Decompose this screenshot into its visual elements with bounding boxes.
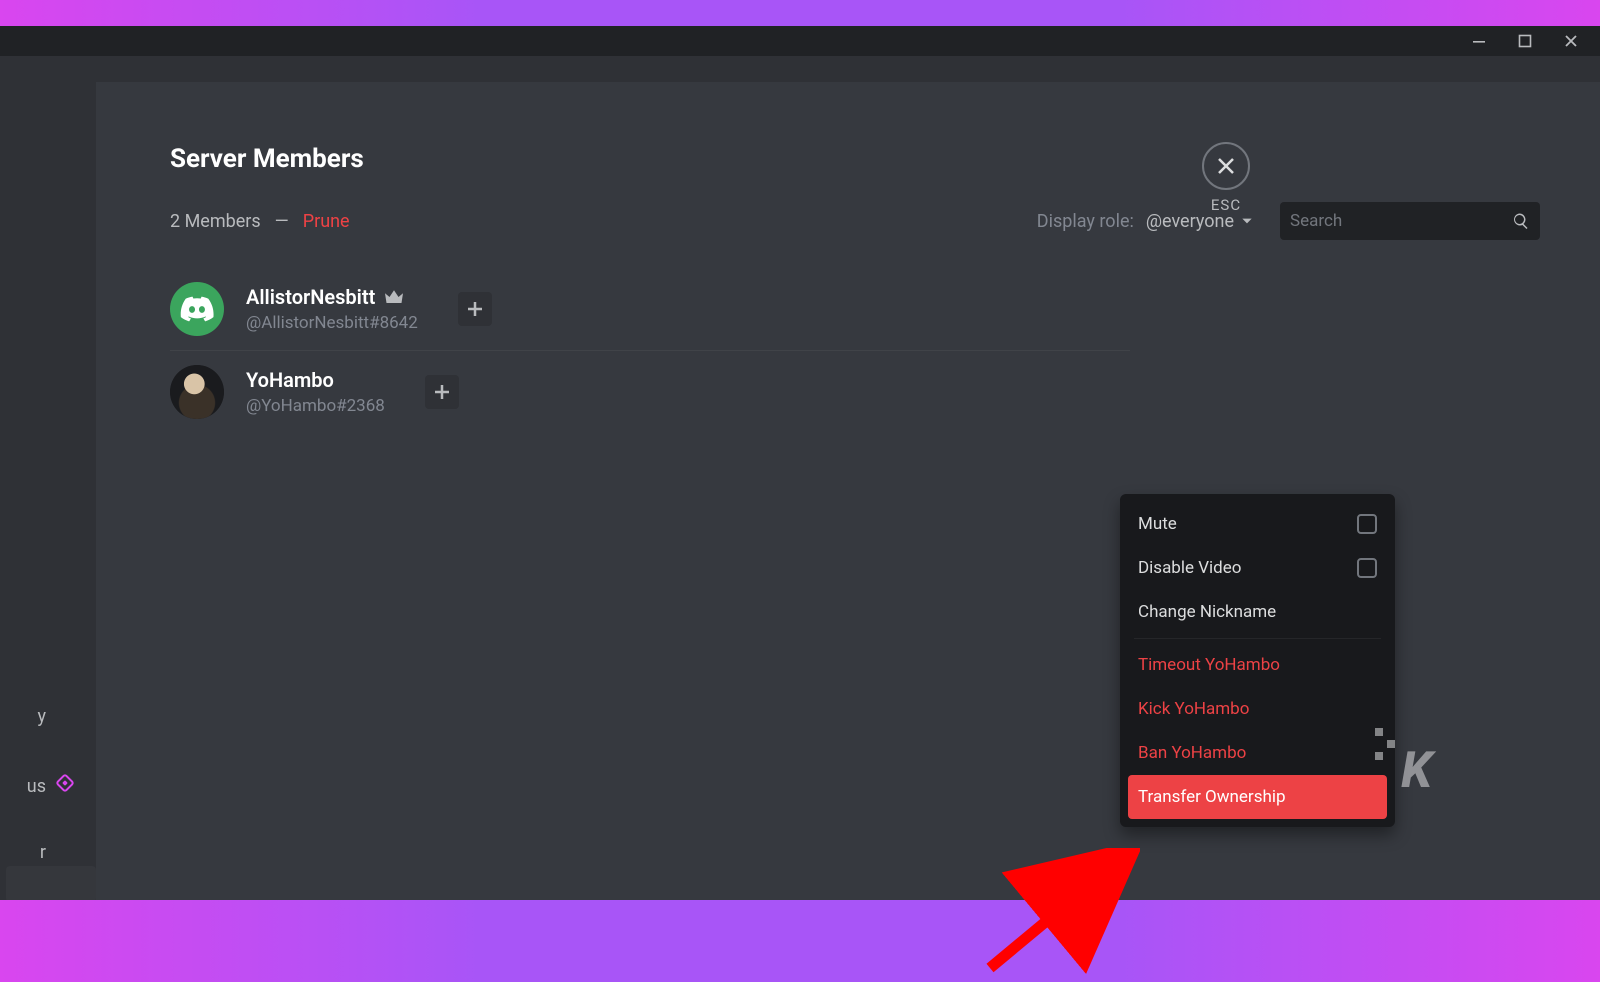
- search-icon: [1512, 211, 1530, 231]
- menu-separator: [1134, 638, 1381, 639]
- checkbox-icon: [1357, 558, 1377, 578]
- sidebar-item-fragment[interactable]: r: [40, 842, 46, 863]
- member-row[interactable]: AllistorNesbitt @AllistorNesbitt#8642: [170, 268, 1130, 350]
- owner-crown-icon: [385, 289, 403, 305]
- menu-item-label: Kick YoHambo: [1138, 699, 1249, 719]
- menu-item-label: Ban YoHambo: [1138, 743, 1246, 763]
- menu-item-disable-video[interactable]: Disable Video: [1128, 546, 1387, 590]
- content-area: y us r Server Members 2 Members — Prune …: [0, 82, 1600, 900]
- member-list: AllistorNesbitt @AllistorNesbitt#8642 Yo…: [170, 268, 1130, 433]
- app-window: y us r Server Members 2 Members — Prune …: [0, 26, 1600, 900]
- member-name: AllistorNesbitt: [246, 285, 418, 309]
- close-window-button[interactable]: [1548, 26, 1594, 56]
- checkbox-icon: [1357, 514, 1377, 534]
- menu-item-mute[interactable]: Mute: [1128, 502, 1387, 546]
- sidebar-item-fragment[interactable]: y: [37, 706, 46, 727]
- display-role-label: Display role:: [1037, 211, 1134, 232]
- sidebar-item-fragment[interactable]: us: [27, 776, 46, 797]
- add-role-button[interactable]: [425, 375, 459, 409]
- add-role-button[interactable]: [458, 292, 492, 326]
- page-title: Server Members: [170, 144, 1540, 174]
- member-name-text: AllistorNesbitt: [246, 285, 375, 309]
- menu-item-label: Transfer Ownership: [1138, 787, 1286, 807]
- menu-item-kick[interactable]: Kick YoHambo: [1128, 687, 1387, 731]
- member-name: YoHambo: [246, 368, 385, 392]
- maximize-button[interactable]: [1502, 26, 1548, 56]
- discord-logo-icon: [180, 296, 214, 322]
- settings-sidebar: y us r: [0, 82, 96, 900]
- member-context-menu: Mute Disable Video Change Nickname Timeo…: [1120, 494, 1395, 827]
- sidebar-selected-bg: [6, 866, 96, 900]
- search-input[interactable]: [1290, 211, 1512, 231]
- close-settings: ESC: [1202, 142, 1250, 214]
- members-toolbar: 2 Members — Prune Display role: @everyon…: [170, 202, 1540, 240]
- separator-dash: —: [273, 211, 291, 232]
- prune-link[interactable]: Prune: [303, 211, 350, 232]
- chevron-down-icon: [1240, 214, 1254, 228]
- menu-item-label: Timeout YoHambo: [1138, 655, 1280, 675]
- nitro-boost-icon: [55, 773, 75, 793]
- window-titlebar: [0, 26, 1600, 56]
- esc-hint: ESC: [1202, 196, 1250, 214]
- close-settings-button[interactable]: [1202, 142, 1250, 190]
- minimize-button[interactable]: [1456, 26, 1502, 56]
- menu-item-label: Change Nickname: [1138, 602, 1276, 622]
- menu-item-ban[interactable]: Ban YoHambo: [1128, 731, 1387, 775]
- menu-item-transfer-ownership[interactable]: Transfer Ownership: [1128, 775, 1387, 819]
- member-tag: @YoHambo#2368: [246, 396, 385, 416]
- menu-item-change-nickname[interactable]: Change Nickname: [1128, 590, 1387, 634]
- member-tag: @AllistorNesbitt#8642: [246, 313, 418, 333]
- menu-item-label: Mute: [1138, 514, 1177, 534]
- member-count: 2 Members: [170, 211, 261, 232]
- member-name-text: YoHambo: [246, 368, 334, 392]
- close-icon: [1216, 156, 1236, 176]
- menu-item-label: Disable Video: [1138, 558, 1241, 578]
- avatar: [170, 282, 224, 336]
- member-row[interactable]: YoHambo @YoHambo#2368: [170, 350, 1130, 433]
- avatar: [170, 365, 224, 419]
- plus-icon: [467, 301, 483, 317]
- search-field-wrap[interactable]: [1280, 202, 1540, 240]
- menu-item-timeout[interactable]: Timeout YoHambo: [1128, 643, 1387, 687]
- plus-icon: [434, 384, 450, 400]
